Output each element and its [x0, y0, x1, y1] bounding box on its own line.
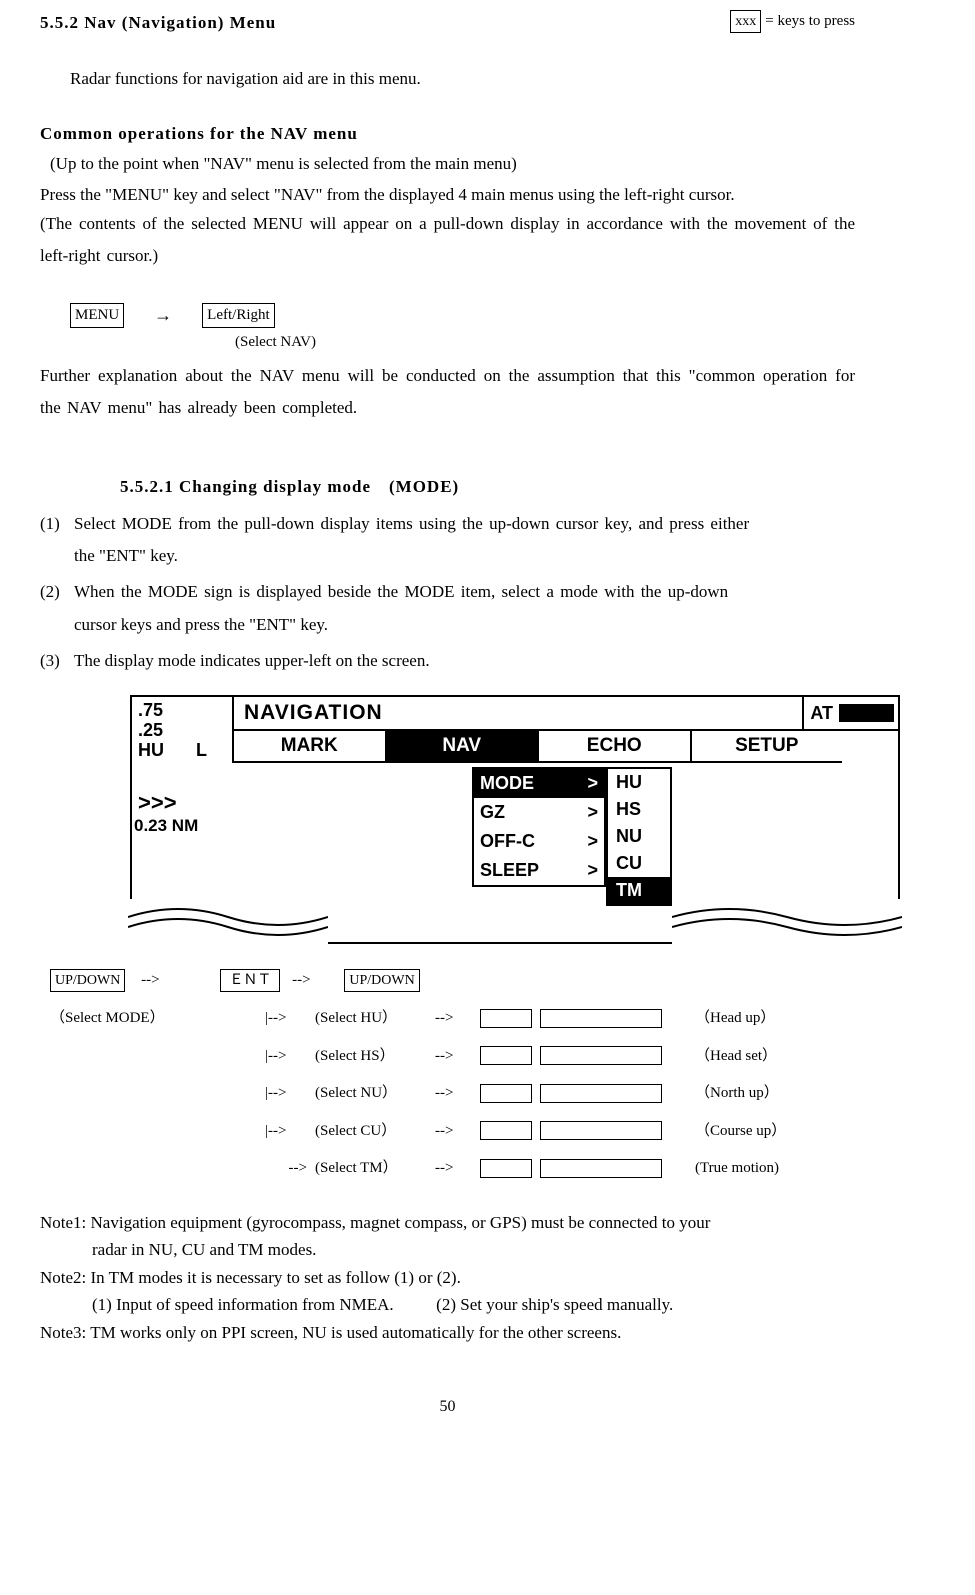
branch-arrow: |-->	[265, 1082, 315, 1105]
diag-title: NAVIGATION	[244, 697, 383, 729]
note-courseup: （Course up）	[680, 1120, 900, 1143]
arrow-text: -->	[125, 969, 175, 992]
arrow-icon: →	[154, 302, 172, 329]
pick-hs: (Select HS）	[315, 1045, 435, 1068]
note-northup: （North up）	[680, 1082, 900, 1105]
result-placeholder	[540, 1084, 662, 1103]
submenu: HU HS NU CU TM	[606, 767, 672, 906]
step-1a: Select MODE from the pull-down display i…	[74, 514, 749, 533]
common-ops-heading: Common operations for the NAV menu	[40, 121, 855, 147]
note2-sub: (1) Input of speed information from NMEA…	[92, 1292, 855, 1318]
branch-arrow: |-->	[265, 1120, 315, 1143]
ent-placeholder	[480, 1009, 532, 1028]
result-placeholder	[540, 1159, 662, 1178]
pick-tm: (Select TM）	[315, 1157, 435, 1180]
ent-key: ＥＮＴ	[220, 969, 280, 992]
branch-arrow: |-->	[265, 1007, 315, 1030]
step-num-2: (2)	[40, 576, 74, 608]
arrow-text: -->	[435, 1007, 480, 1030]
arrow-text: -->	[286, 969, 316, 992]
flow-diagram: UP/DOWN --> ＥＮＴ --> UP/DOWN （Select MODE…	[130, 969, 900, 1180]
common-ops-sub: (Up to the point when "NAV" menu is sele…	[50, 151, 855, 177]
legend-keybox: xxx	[730, 10, 761, 33]
select-nav-label: (Select NAV)	[235, 331, 855, 354]
diag-l: L	[196, 741, 207, 761]
arrow-text: -->	[435, 1157, 480, 1180]
tab-echo: ECHO	[539, 731, 692, 761]
sm-nu: NU	[608, 823, 670, 850]
diag-val-75: .75	[138, 701, 207, 721]
arrow-text: -->	[435, 1045, 480, 1068]
note-headset: （Head set）	[680, 1045, 900, 1068]
arrow-text: -->	[435, 1120, 480, 1143]
dd-sleep: SLEEP	[480, 857, 539, 884]
subsection-title: 5.5.2.1 Changing display mode (MODE)	[120, 474, 855, 500]
step-2a: When the MODE sign is displayed beside t…	[74, 582, 728, 601]
page-number: 50	[40, 1395, 855, 1419]
arrow-text: -->	[435, 1082, 480, 1105]
gt-icon: >	[587, 828, 598, 855]
result-placeholder	[540, 1121, 662, 1140]
tab-nav: NAV	[387, 731, 540, 761]
ent-placeholder	[480, 1159, 532, 1178]
diag-val-25: .25	[138, 721, 207, 741]
wave-right	[672, 899, 902, 944]
common-p2: (The contents of the selected MENU will …	[40, 208, 855, 273]
common-p3: Further explanation about the NAV menu w…	[40, 360, 855, 425]
updown-key-2: UP/DOWN	[344, 969, 419, 992]
updown-key: UP/DOWN	[50, 969, 125, 992]
sm-hs: HS	[608, 796, 670, 823]
pick-nu: (Select NU）	[315, 1082, 435, 1105]
ent-placeholder	[480, 1046, 532, 1065]
leftright-key: Left/Right	[202, 303, 275, 328]
dd-offc: OFF-C	[480, 828, 535, 855]
gt-icon: >	[587, 799, 598, 826]
ent-placeholder	[480, 1121, 532, 1140]
select-mode-label: （Select MODE）	[50, 1007, 265, 1030]
pick-cu: (Select CU）	[315, 1120, 435, 1143]
dd-gz: GZ	[480, 799, 505, 826]
ent-placeholder	[480, 1084, 532, 1103]
note-headup: （Head up）	[680, 1007, 900, 1030]
step-num-3: (3)	[40, 645, 74, 677]
step-num-1: (1)	[40, 508, 74, 540]
sm-cu: CU	[608, 850, 670, 877]
tab-mark: MARK	[234, 731, 387, 761]
sm-tm: TM	[608, 877, 670, 904]
result-placeholder	[540, 1009, 662, 1028]
wave-left	[128, 899, 328, 944]
step-2b: cursor keys and press the "ENT" key.	[74, 609, 855, 641]
pick-hu: (Select HU）	[315, 1007, 435, 1030]
result-placeholder	[540, 1046, 662, 1065]
last-branch-arrow: -->	[265, 1157, 315, 1180]
diag-hu: HU	[138, 741, 164, 761]
note-truemotion: (True motion)	[680, 1157, 900, 1180]
step-3: The display mode indicates upper-left on…	[74, 651, 430, 670]
gt-icon: >	[587, 770, 598, 797]
diag-at-label: AT	[804, 700, 839, 727]
branch-arrow: |-->	[265, 1045, 315, 1068]
dd-mode: MODE	[480, 770, 534, 797]
note2: Note2: In TM modes it is necessary to se…	[40, 1265, 855, 1291]
menu-key: MENU	[70, 303, 124, 328]
diag-at-bar	[839, 704, 894, 722]
screen-diagram: .75 .25 HU L >>> 0.23 NM NAVIGATION AT M…	[130, 695, 900, 1180]
dropdown-menu: MODE > GZ > OFF-C > SLEEP >	[472, 767, 606, 887]
sm-hu: HU	[608, 769, 670, 796]
common-p1: Press the "MENU" key and select "NAV" fr…	[40, 182, 855, 208]
diag-nm: 0.23 NM	[134, 817, 207, 836]
section-title: 5.5.2 Nav (Navigation) Menu	[40, 10, 276, 36]
gt-icon: >	[587, 857, 598, 884]
tab-setup: SETUP	[692, 731, 843, 761]
step-1b: the "ENT" key.	[74, 540, 855, 572]
note1-line2: radar in NU, CU and TM modes.	[92, 1237, 855, 1263]
note1-line1: Note1: Navigation equipment (gyrocompass…	[40, 1210, 855, 1236]
note3: Note3: TM works only on PPI screen, NU i…	[40, 1320, 855, 1346]
diag-chevrons: >>>	[138, 791, 207, 815]
intro-paragraph: Radar functions for navigation aid are i…	[70, 66, 855, 92]
legend-text: = keys to press	[765, 10, 855, 33]
